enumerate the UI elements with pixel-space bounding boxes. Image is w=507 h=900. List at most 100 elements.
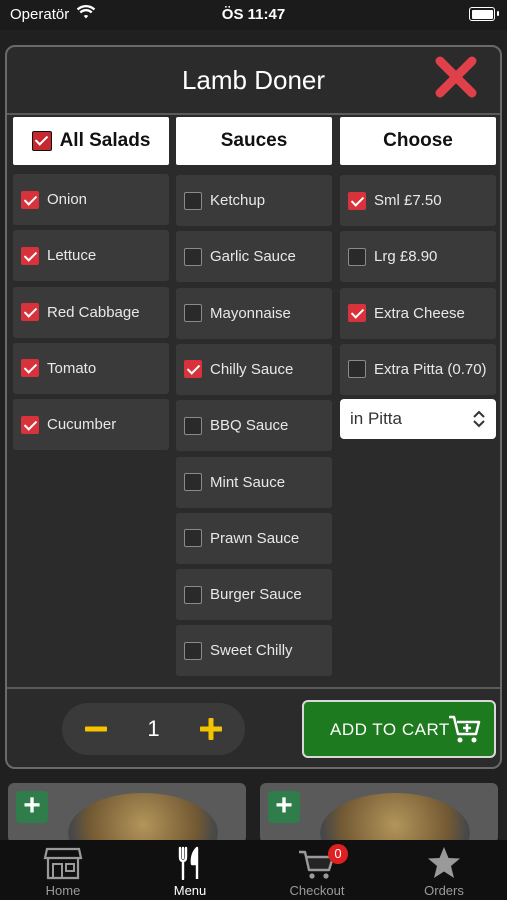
close-icon bbox=[435, 56, 477, 98]
option-label: Tomato bbox=[47, 359, 97, 377]
tab-checkout[interactable]: 0 Checkout bbox=[254, 840, 380, 900]
checkbox[interactable] bbox=[21, 359, 39, 378]
all-salads-checkbox[interactable] bbox=[31, 131, 52, 151]
salad-option[interactable]: Red Cabbage bbox=[13, 286, 169, 338]
cart-plus-icon bbox=[449, 715, 481, 743]
checkbox[interactable] bbox=[184, 247, 202, 266]
sauce-option[interactable]: Ketchup bbox=[176, 175, 332, 226]
choose-option[interactable]: Extra Cheese bbox=[340, 287, 496, 339]
option-label: Sml £7.50 bbox=[374, 192, 442, 209]
sauce-option[interactable]: Chilly Sauce bbox=[176, 343, 332, 395]
option-label: Extra Pitta (0.70) bbox=[374, 360, 487, 378]
choose-header: Choose bbox=[340, 117, 496, 165]
salad-option[interactable]: Tomato bbox=[13, 342, 169, 394]
option-label: Mayonnaise bbox=[210, 304, 291, 322]
option-label: Mint Sauce bbox=[210, 473, 286, 491]
option-label: Sweet Chilly bbox=[210, 642, 293, 660]
sauce-option[interactable]: Garlic Sauce bbox=[176, 231, 332, 283]
checkbox[interactable] bbox=[348, 360, 366, 379]
checkbox[interactable] bbox=[184, 473, 202, 491]
choose-header-label: Choose bbox=[383, 130, 453, 151]
option-label: Chilly Sauce bbox=[210, 360, 294, 378]
checkbox[interactable] bbox=[184, 641, 202, 660]
tab-label: Orders bbox=[424, 883, 464, 898]
tab-home[interactable]: Home bbox=[0, 840, 126, 900]
sauce-option[interactable]: Mayonnaise bbox=[176, 287, 332, 339]
tab-orders[interactable]: Orders bbox=[381, 840, 507, 900]
choose-option[interactable]: Sml £7.50 bbox=[340, 175, 496, 226]
option-label: BBQ Sauce bbox=[210, 417, 289, 435]
all-salads-toggle[interactable]: All Salads bbox=[13, 117, 169, 165]
add-icon[interactable]: + bbox=[16, 791, 48, 823]
store-icon bbox=[43, 847, 83, 880]
add-to-cart-label: ADD TO CART bbox=[330, 720, 450, 739]
tab-label: Home bbox=[45, 883, 81, 898]
bread-select[interactable]: in Pitta bbox=[340, 399, 496, 439]
sauces-header-label: Sauces bbox=[220, 130, 288, 151]
quantity-stepper: 1 bbox=[62, 703, 245, 755]
salad-option[interactable]: Onion bbox=[13, 174, 169, 225]
checkbox[interactable] bbox=[21, 303, 39, 322]
sauce-option[interactable]: BBQ Sauce bbox=[176, 400, 332, 452]
sauce-option[interactable]: Mint Sauce bbox=[176, 456, 332, 508]
cart-count-badge: 0 bbox=[328, 844, 348, 864]
plus-icon[interactable] bbox=[199, 717, 223, 741]
option-label: Lrg £8.90 bbox=[374, 248, 438, 266]
option-label: Extra Cheese bbox=[374, 304, 465, 322]
checkbox[interactable] bbox=[348, 304, 366, 323]
chevron-up-down-icon bbox=[473, 410, 485, 428]
checkbox[interactable] bbox=[184, 360, 202, 379]
tab-label: Checkout bbox=[289, 883, 345, 898]
menu-card[interactable]: + bbox=[8, 783, 246, 843]
checkbox[interactable] bbox=[184, 304, 202, 323]
checkbox[interactable] bbox=[184, 191, 202, 210]
option-label: Onion bbox=[47, 191, 88, 208]
option-label: Ketchup bbox=[210, 192, 266, 209]
clock: ÖS 11:47 bbox=[221, 6, 286, 23]
fork-knife-icon bbox=[178, 846, 199, 880]
option-label: Prawn Sauce bbox=[210, 529, 300, 547]
sauce-option[interactable]: Burger Sauce bbox=[176, 569, 332, 621]
sauce-option[interactable]: Prawn Sauce bbox=[176, 512, 332, 564]
star-icon bbox=[428, 847, 460, 878]
add-icon[interactable]: + bbox=[268, 791, 300, 823]
checkbox[interactable] bbox=[21, 415, 39, 434]
sauces-column: Sauces Ketchup Garlic Sauce Mayonnaise Chil… bbox=[176, 117, 332, 677]
choose-option[interactable]: Extra Pitta (0.70) bbox=[340, 343, 496, 395]
option-label: Cucumber bbox=[47, 416, 117, 434]
add-to-cart-button[interactable]: ADD TO CART bbox=[302, 700, 496, 758]
bread-select-value: in Pitta bbox=[350, 409, 402, 428]
food-image bbox=[68, 793, 218, 843]
checkbox[interactable] bbox=[21, 246, 39, 265]
choose-column: Choose Sml £7.50 Lrg £8.90 Extra Cheese Ext… bbox=[340, 117, 496, 439]
tab-bar: Home Menu 0 Checkout Orders bbox=[0, 840, 507, 900]
option-label: Red Cabbage bbox=[47, 303, 140, 321]
checkbox[interactable] bbox=[184, 585, 202, 604]
sauce-option[interactable]: Sweet Chilly bbox=[176, 625, 332, 677]
option-label: Lettuce bbox=[47, 247, 97, 265]
salad-option[interactable]: Cucumber bbox=[13, 399, 169, 451]
choose-option[interactable]: Lrg £8.90 bbox=[340, 231, 496, 283]
food-image bbox=[320, 793, 470, 843]
status-bar: Operatör ÖS 11:47 bbox=[0, 0, 507, 30]
sauces-header: Sauces bbox=[176, 117, 332, 165]
minus-icon[interactable] bbox=[84, 717, 108, 741]
quantity-value: 1 bbox=[147, 716, 160, 741]
tab-label: Menu bbox=[173, 883, 207, 898]
salads-column: All Salads Onion Lettuce Red Cabbage Tomato… bbox=[13, 117, 169, 451]
modal-title: Lamb Doner bbox=[181, 65, 326, 95]
checkbox[interactable] bbox=[21, 190, 39, 209]
checkbox[interactable] bbox=[348, 191, 366, 210]
menu-card[interactable]: + bbox=[260, 783, 498, 843]
tab-menu[interactable]: Menu bbox=[127, 840, 253, 900]
close-button[interactable] bbox=[434, 55, 478, 99]
salad-option[interactable]: Lettuce bbox=[13, 230, 169, 282]
salads-header-label: All Salads bbox=[59, 130, 151, 151]
footer-divider bbox=[7, 687, 500, 689]
item-options-modal: Lamb Doner All Salads Onion Lettuce Red Ca… bbox=[5, 45, 502, 769]
modal-header: Lamb Doner bbox=[7, 47, 500, 115]
checkbox[interactable] bbox=[184, 529, 202, 548]
checkbox[interactable] bbox=[348, 247, 366, 266]
option-label: Burger Sauce bbox=[210, 586, 302, 604]
checkbox[interactable] bbox=[184, 416, 202, 435]
